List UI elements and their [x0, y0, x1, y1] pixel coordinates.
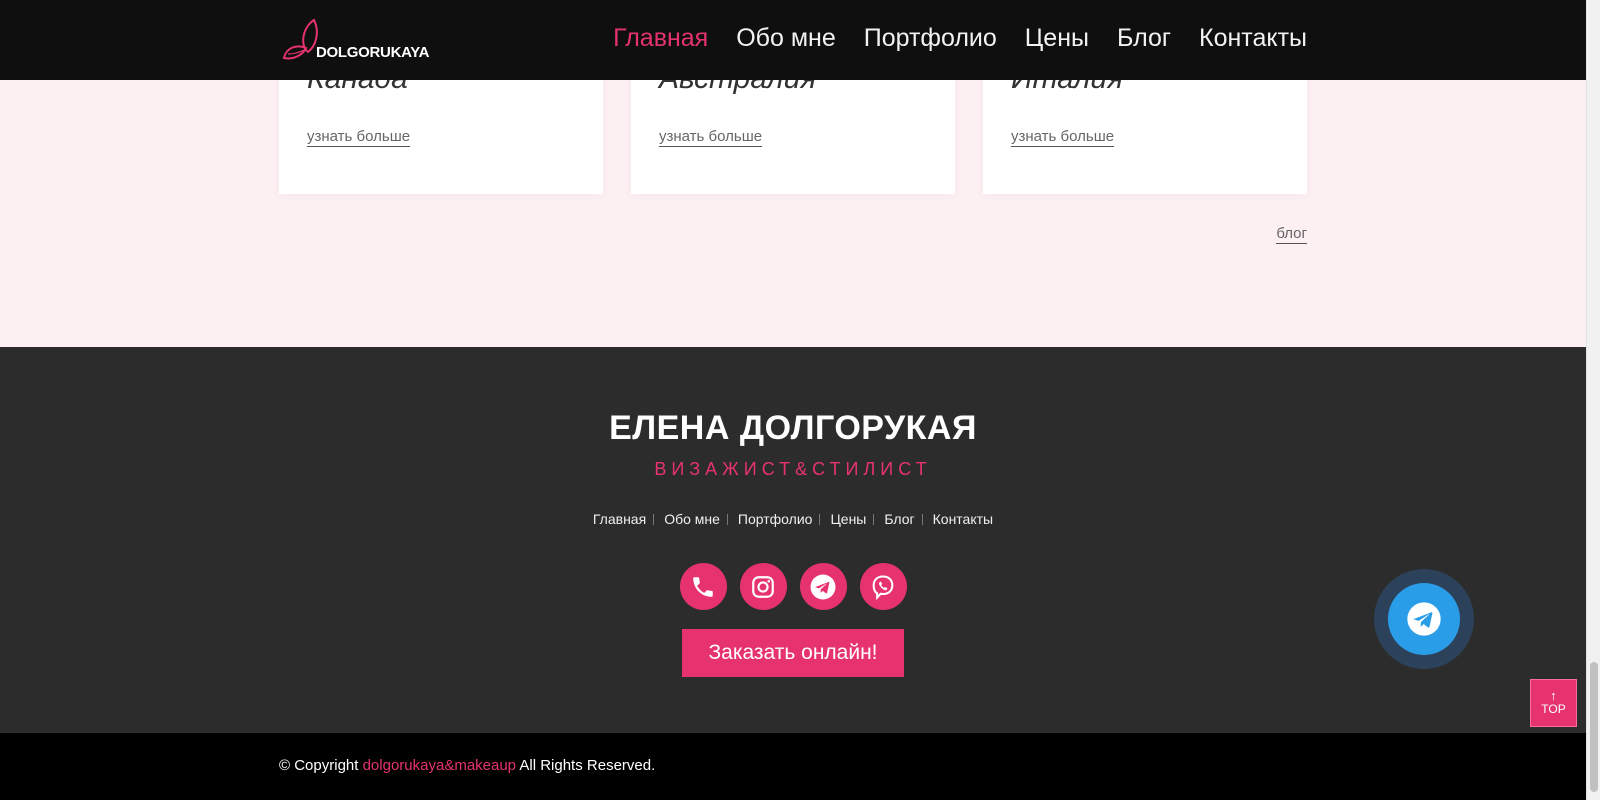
telegram-icon — [810, 574, 836, 599]
brand-link[interactable]: dolgorukaya&makeaup — [363, 757, 516, 774]
divider — [921, 513, 923, 525]
social-links — [0, 563, 1586, 610]
instagram-button[interactable] — [739, 563, 787, 610]
viber-button[interactable] — [859, 563, 907, 610]
footer-nav-home[interactable]: Главная — [593, 511, 646, 527]
copyright-suffix: All Rights Reserved. — [519, 757, 656, 774]
nav-item-prices[interactable]: Цены — [1025, 24, 1089, 53]
telegram-icon — [1407, 602, 1441, 636]
footer-name: ЕЛЕНА ДОЛГОРУКАЯ — [609, 409, 977, 447]
footer-nav-contacts[interactable]: Контакты — [933, 511, 993, 527]
order-online-button[interactable]: Заказать онлайн! — [682, 629, 904, 677]
footer-subtitle: ВИЗАЖИСТ&СТИЛИСТ — [654, 459, 932, 479]
read-more-link[interactable]: узнать больше — [307, 128, 411, 147]
nav-item-home[interactable]: Главная — [613, 24, 708, 53]
copyright-bar: © Copyright dolgorukaya&makeaup All Righ… — [0, 733, 1586, 800]
footer-nav-blog[interactable]: Блог — [884, 511, 914, 527]
divider — [873, 513, 875, 525]
site-header: DOLGORUKAYA Главная Обо мне Портфолио Це… — [0, 0, 1586, 80]
logo[interactable]: DOLGORUKAYA — [282, 18, 429, 64]
back-to-top-button[interactable]: ↑ TOP — [1530, 679, 1577, 727]
footer-nav: Главная Обо мне Портфолио Цены Блог Конт… — [0, 511, 1586, 527]
phone-button[interactable] — [679, 563, 727, 610]
footer-nav-prices[interactable]: Цены — [830, 511, 866, 527]
nav-item-portfolio[interactable]: Портфолио — [864, 24, 997, 53]
read-more-link[interactable]: узнать больше — [1011, 128, 1115, 147]
arrow-up-icon: ↑ — [1550, 688, 1557, 703]
nav-item-about[interactable]: Обо мне — [736, 24, 836, 53]
telegram-widget — [1374, 569, 1474, 669]
divider — [653, 513, 655, 525]
main-nav: Главная Обо мне Портфолио Цены Блог Конт… — [613, 24, 1307, 53]
copyright-prefix: © Copyright — [279, 757, 359, 774]
nav-item-contacts[interactable]: Контакты — [1199, 24, 1307, 53]
copyright-text: © Copyright dolgorukaya&makeaup All Righ… — [279, 757, 655, 774]
divider — [819, 513, 821, 525]
phone-icon — [693, 576, 713, 597]
page: Канада узнать больше Австралия узнать бо… — [0, 0, 1586, 800]
read-more-link[interactable]: узнать больше — [659, 128, 763, 147]
scrollbar[interactable] — [1586, 0, 1600, 800]
site-footer: ЕЛЕНА ДОЛГОРУКАЯ ВИЗАЖИСТ&СТИЛИСТ Главна… — [0, 347, 1586, 733]
logo-text: DOLGORUKAYA — [316, 44, 430, 61]
telegram-button[interactable] — [799, 563, 847, 610]
viber-icon — [872, 574, 894, 600]
divider — [726, 513, 728, 525]
instagram-icon — [752, 575, 774, 598]
footer-nav-about[interactable]: Обо мне — [664, 511, 720, 527]
nav-item-blog[interactable]: Блог — [1117, 24, 1171, 53]
blog-all-link[interactable]: блог — [1276, 225, 1307, 244]
top-label: TOP — [1541, 702, 1566, 716]
telegram-chat-button[interactable] — [1388, 583, 1460, 655]
scrollbar-thumb[interactable] — [1590, 662, 1598, 792]
footer-nav-portfolio[interactable]: Портфолио — [738, 511, 813, 527]
